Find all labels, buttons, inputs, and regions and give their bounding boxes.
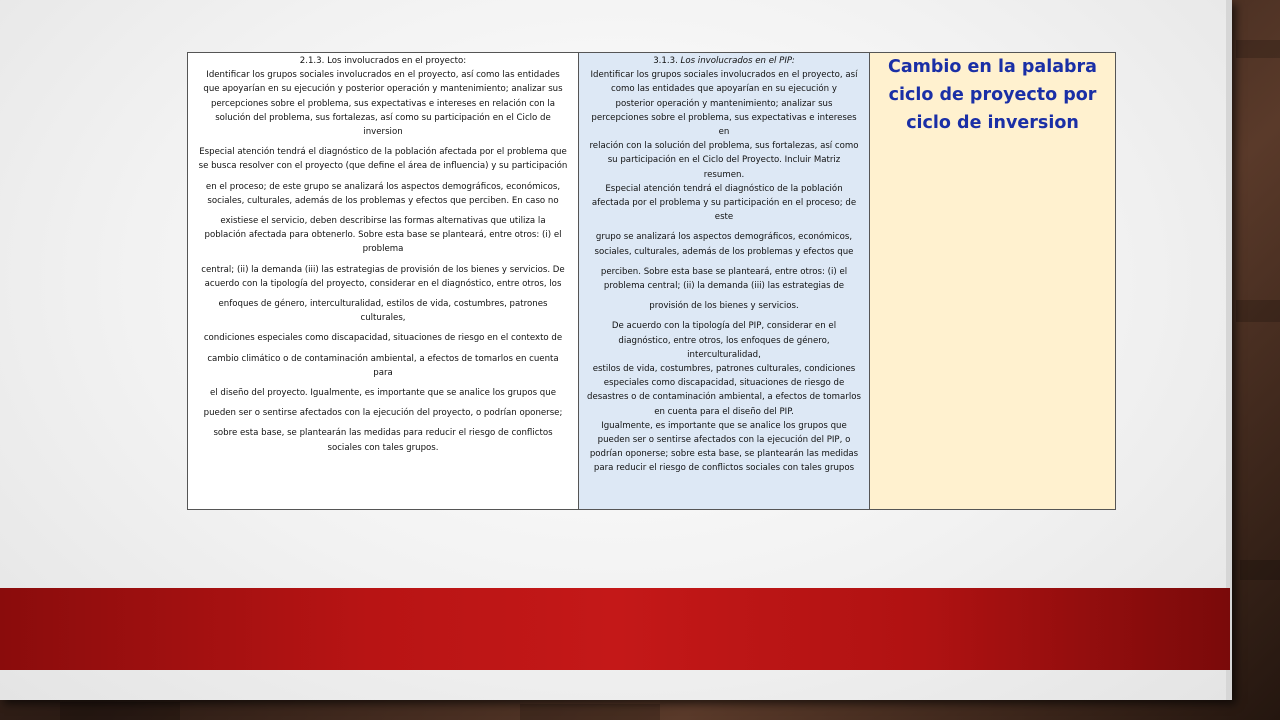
middle-column-line: De acuerdo con la tipología del PIP, con… [611, 321, 837, 332]
middle-column-line: posterior operación y mantenimiento; ana… [615, 98, 833, 109]
left-column-line: existiese el servicio, deben describirse… [220, 216, 546, 227]
middle-column-line: en [718, 127, 730, 138]
middle-heading: 3.1.3. Los involucrados en el PIP: [581, 54, 867, 68]
middle-column-line: especiales como discapacidad, situacione… [603, 378, 845, 389]
left-column-line: cambio climático o de contaminación ambi… [207, 353, 559, 364]
comment-text: Cambio en la palabra ciclo de proyecto p… [888, 57, 1097, 133]
middle-column-line: perciben. Sobre esta base se planteará, … [600, 266, 848, 277]
left-column-line: el diseño del proyecto. Igualmente, es i… [209, 388, 556, 399]
left-column-line: sociales, culturales, además de los prob… [207, 195, 559, 206]
comparison-table: 2.1.3. Los involucrados en el proyecto: … [187, 52, 1116, 510]
middle-column-line: como las entidades que apoyarían en su e… [611, 84, 837, 95]
left-column-line: inversion [363, 127, 403, 138]
left-column-line: enfoques de género, interculturalidad, e… [218, 299, 548, 310]
left-column-line: Especial atención tendrá el diagnóstico … [199, 147, 567, 158]
footer-band [0, 588, 1230, 670]
middle-heading-text: Los involucrados en el PIP: [680, 56, 795, 66]
left-column-line: percepciones sobre el problema, sus expe… [210, 98, 556, 109]
left-column-text: 2.1.3. Los involucrados en el proyecto: … [188, 53, 578, 456]
middle-column-line: Especial atención tendrá el diagnóstico … [605, 183, 843, 194]
middle-column-line: Identificar los grupos sociales involucr… [590, 70, 858, 81]
middle-column-cell: 3.1.3. Los involucrados en el PIP: Ident… [578, 52, 870, 510]
middle-column-line: problema central; (ii) la demanda (iii) … [603, 281, 845, 292]
left-column-line: en el proceso; de este grupo se analizar… [205, 181, 561, 192]
middle-column-line: resumen. [703, 169, 745, 180]
middle-heading-number: 3.1.3. [653, 56, 678, 66]
middle-column-line: podrían oponerse; sobre esta base, se pl… [589, 449, 859, 460]
background-brick [520, 704, 660, 720]
middle-column-line: percepciones sobre el problema, sus expe… [591, 112, 857, 123]
middle-column-line: su participación en el Ciclo del Proyect… [607, 155, 841, 166]
left-column-line: pueden ser o sentirse afectados con la e… [203, 408, 563, 419]
middle-column-line: Igualmente, es importante que se analice… [601, 420, 847, 431]
left-column-line: culturales, [360, 313, 406, 324]
left-column-cell: 2.1.3. Los involucrados en el proyecto: … [187, 52, 579, 510]
middle-column-line: afectada por el problema y su participac… [591, 198, 857, 209]
comment-cell: Cambio en la palabra ciclo de proyecto p… [869, 52, 1116, 510]
background-brick [1240, 560, 1280, 580]
left-column-line: acuerdo con la tipología del proyecto, c… [204, 278, 562, 289]
middle-column-line: pueden ser o sentirse afectados con la e… [597, 435, 851, 446]
middle-column-line: sociales, culturales, además de los prob… [594, 246, 854, 257]
middle-column-line: grupo se analizará los aspectos demográf… [595, 232, 853, 243]
left-heading: 2.1.3. Los involucrados en el proyecto: [299, 56, 467, 66]
background-brick [60, 702, 180, 720]
left-column-line: sociales con tales grupos. [327, 442, 439, 453]
middle-column-line: para reducir el riesgo de conflictos soc… [593, 463, 855, 474]
left-column-line: condiciones especiales como discapacidad… [203, 333, 563, 344]
middle-column-text: 3.1.3. Los involucrados en el PIP: Ident… [579, 53, 869, 477]
background-brick [1236, 300, 1280, 322]
middle-column-line: interculturalidad, [687, 349, 761, 360]
left-column-line: población afectada para obtenerlo. Sobre… [204, 230, 562, 241]
left-column-line: central; (ii) la demanda (iii) las estra… [201, 264, 565, 275]
middle-column-line: relación con la solución del problema, s… [589, 141, 859, 152]
left-column-line: para [373, 367, 393, 378]
middle-column-line: provisión de los bienes y servicios. [649, 301, 799, 312]
left-column-line: sobre esta base, se plantearán las medid… [213, 428, 553, 439]
slide: 2.1.3. Los involucrados en el proyecto: … [0, 0, 1232, 700]
middle-column-line: estilos de vida, costumbres, patrones cu… [592, 364, 856, 375]
middle-column-line: en cuenta para el diseño del PIP. [654, 406, 794, 417]
left-column-line: problema [362, 244, 404, 255]
background-brick [1236, 40, 1280, 58]
middle-column-line: este [714, 212, 734, 223]
middle-column-line: diagnóstico, entre otros, los enfoques d… [618, 335, 830, 346]
left-column-line: se busca resolver con el proyecto (que d… [198, 161, 568, 172]
left-column-line: que apoyarían en su ejecución y posterio… [203, 84, 563, 95]
middle-column-line: desastres o de contaminación ambiental, … [587, 392, 861, 403]
left-column-line: Identificar los grupos sociales involucr… [206, 70, 560, 81]
left-column-line: solución del problema, sus fortalezas, a… [215, 112, 551, 123]
table-row: 2.1.3. Los involucrados en el proyecto: … [187, 52, 1116, 510]
